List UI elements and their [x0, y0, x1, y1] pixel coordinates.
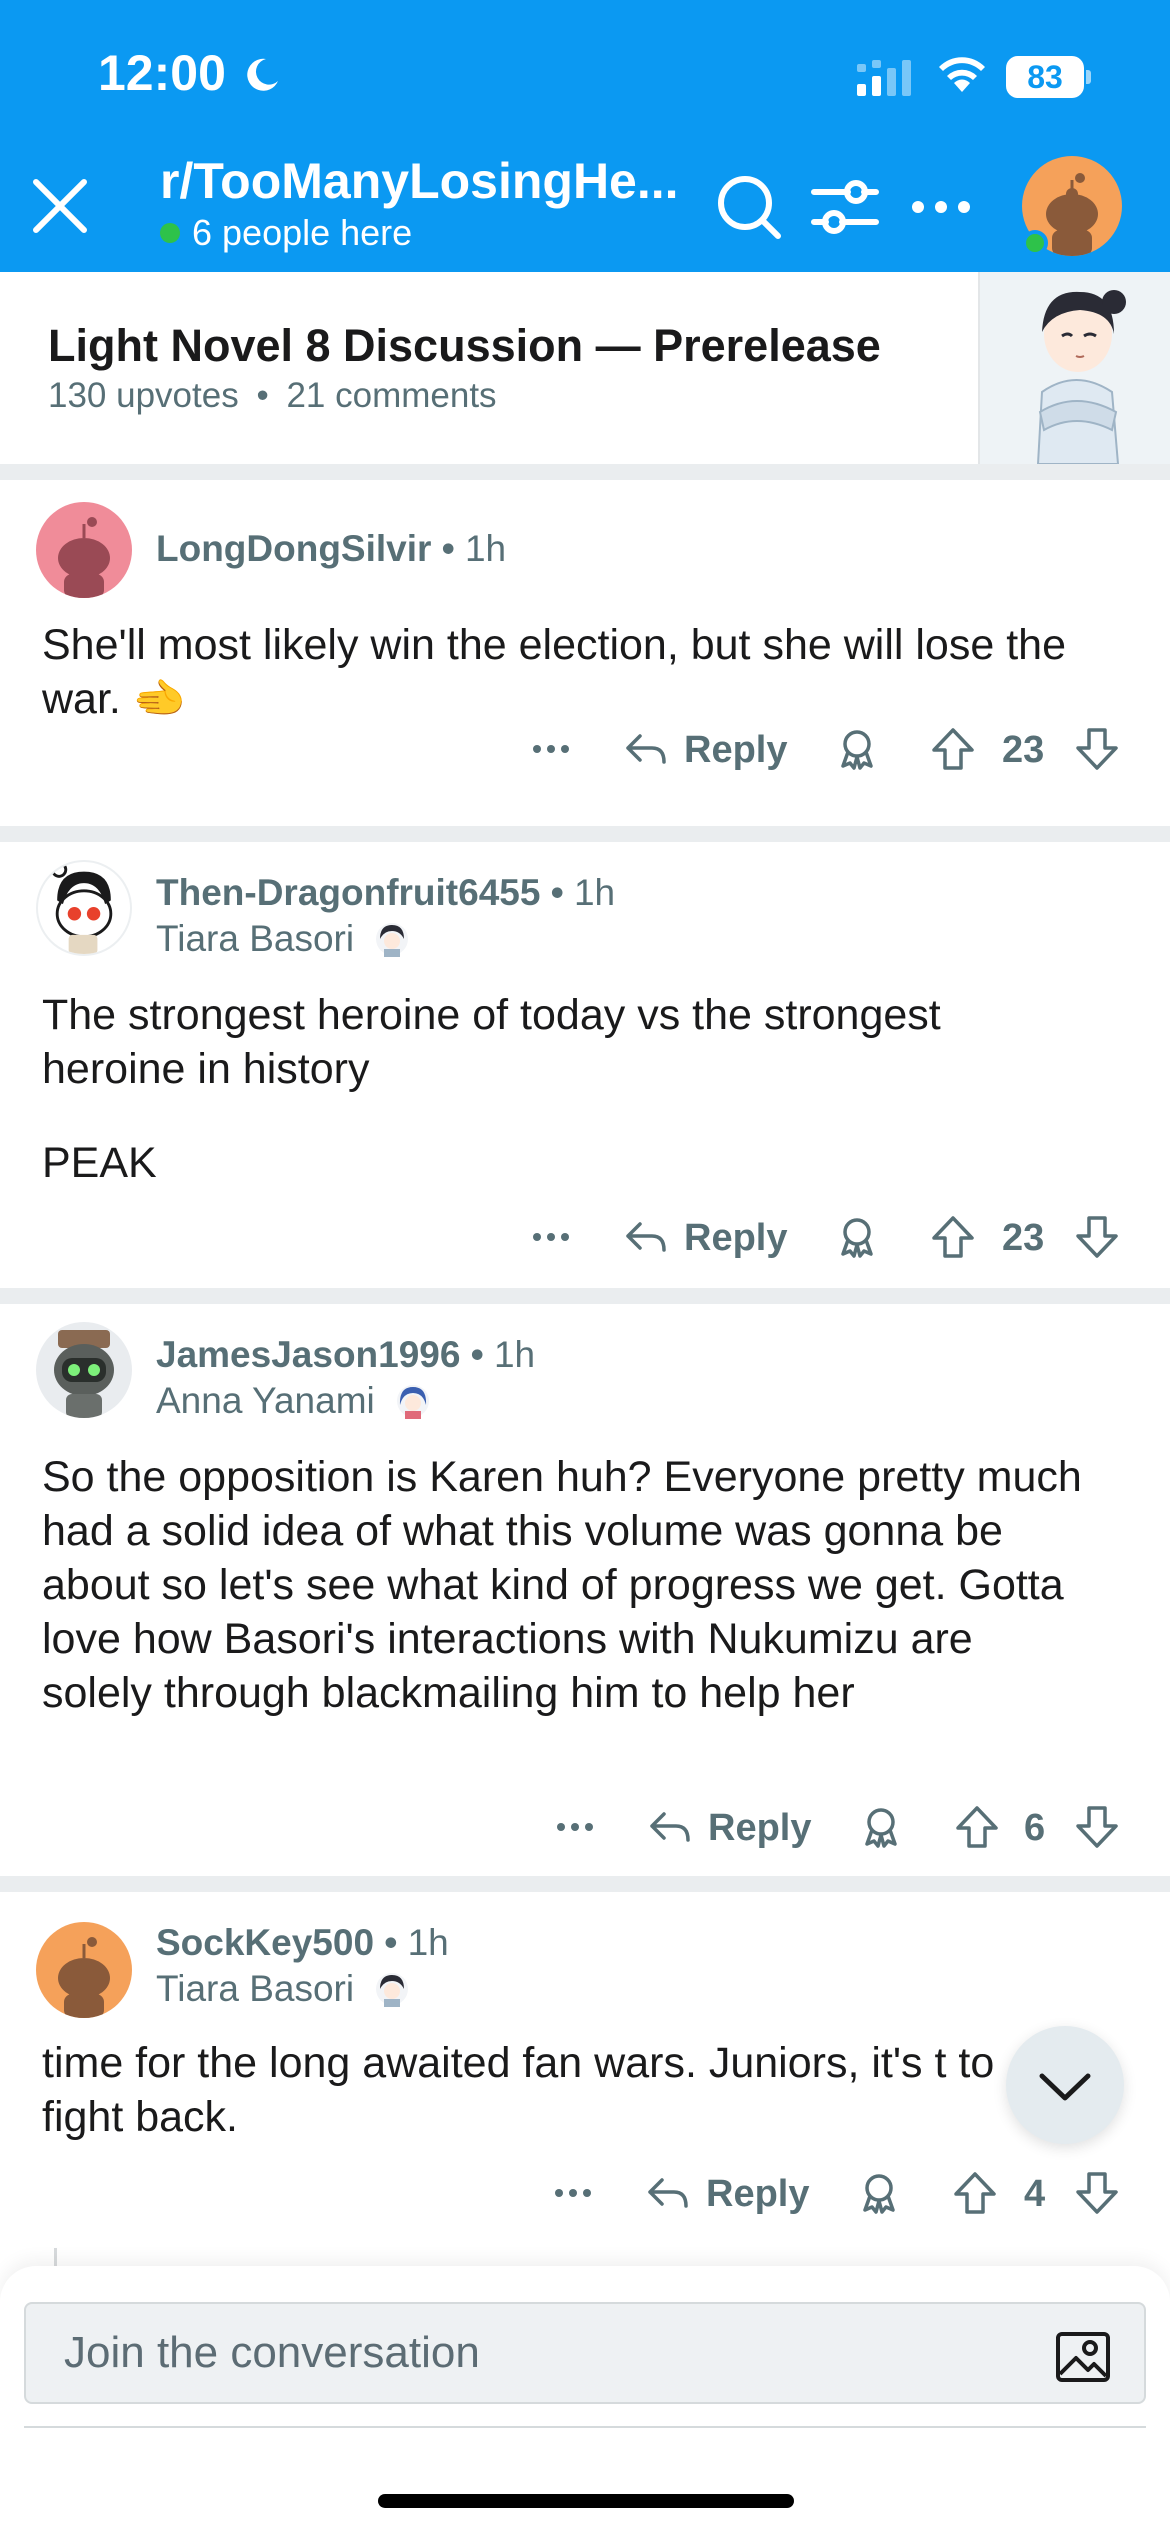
cellular-signal-icon — [857, 60, 911, 96]
post-upvotes: 130 upvotes — [48, 376, 239, 415]
post-header[interactable]: Light Novel 8 Discussion — Prerelease 13… — [0, 272, 1170, 464]
commenter-avatar[interactable] — [36, 502, 132, 598]
home-indicator[interactable] — [378, 2494, 794, 2508]
award-icon[interactable] — [834, 726, 880, 772]
award-icon[interactable] — [856, 2170, 902, 2216]
comment-score: 4 — [1024, 2173, 1046, 2215]
comment[interactable]: JamesJason1996 • 1h Anna Yanami So the o… — [0, 1304, 1170, 1876]
comment-time: 1h — [407, 1922, 449, 1963]
close-icon[interactable] — [22, 168, 98, 244]
comment-time: 1h — [573, 872, 616, 913]
presence-text: 6 people here — [192, 212, 413, 253]
upvote-icon[interactable] — [952, 2170, 998, 2216]
image-icon[interactable] — [1054, 2328, 1112, 2386]
comment-username[interactable]: Then-Dragonfruit6455 • 1h — [156, 872, 615, 914]
filter-icon[interactable] — [808, 170, 882, 244]
comment[interactable]: LongDongSilvir • 1h She'll most likely w… — [0, 480, 1170, 826]
post-meta: 130 upvotes • 21 comments — [48, 376, 497, 415]
moon-icon — [247, 58, 278, 91]
comment-body: She'll most likely win the election, but… — [42, 621, 1066, 723]
reply-button[interactable]: Reply — [684, 720, 787, 780]
comment-actions: Reply 23 — [0, 1208, 1170, 1268]
join-conversation-input[interactable]: Join the conversation — [24, 2302, 1146, 2404]
comment[interactable]: SockKey500 • 1h Tiara Basori time for th… — [0, 1892, 1170, 2292]
more-icon[interactable] — [550, 2170, 596, 2216]
downvote-icon[interactable] — [1074, 2170, 1120, 2216]
user-flair: Tiara Basori — [156, 918, 410, 960]
comment-body: So the opposition is Karen huh? Everyone… — [42, 1453, 1082, 1717]
commenter-avatar[interactable] — [36, 1322, 132, 1418]
comment-composer: Join the conversation — [0, 2266, 1170, 2532]
reply-button[interactable]: Reply — [706, 2164, 809, 2224]
comment-time: 1h — [493, 1334, 536, 1375]
online-status-dot — [1022, 230, 1048, 256]
upvote-icon[interactable] — [930, 1214, 976, 1260]
snoo-avatar-icon — [58, 517, 110, 598]
battery-level: 83 — [1027, 59, 1063, 95]
anime-character-thumbnail — [980, 272, 1170, 464]
more-icon[interactable] — [552, 1804, 598, 1850]
award-icon[interactable] — [834, 1214, 880, 1260]
more-icon[interactable] — [528, 726, 574, 772]
tiara-basori-flair-icon — [376, 1973, 409, 2007]
comment-username[interactable]: LongDongSilvir • 1h — [156, 528, 506, 570]
commenter-avatar[interactable] — [36, 860, 132, 956]
post-comment-count: 21 comments — [286, 376, 497, 415]
presence-indicator: 6 people here — [160, 212, 412, 254]
post-title: Light Novel 8 Discussion — Prerelease — [48, 320, 881, 371]
upvote-icon[interactable] — [954, 1804, 1000, 1850]
upvote-icon[interactable] — [930, 726, 976, 772]
separator — [0, 1876, 1170, 1892]
robot-avatar-icon — [54, 1330, 114, 1418]
status-time: 12:00 — [98, 45, 226, 101]
reply-arrow-icon[interactable] — [622, 1214, 668, 1260]
reply-button[interactable]: Reply — [684, 1208, 787, 1268]
award-icon[interactable] — [858, 1804, 904, 1850]
snoo-avatar-icon — [50, 862, 113, 954]
battery-indicator: 83 — [1006, 56, 1091, 98]
anna-yanami-flair-icon — [397, 1385, 430, 1419]
comment-actions: Reply 23 — [0, 720, 1170, 780]
chevron-down-icon — [1039, 2073, 1091, 2101]
comment-score: 23 — [1002, 1217, 1045, 1259]
reply-button[interactable]: Reply — [708, 1798, 811, 1858]
thread-line — [54, 2248, 57, 2268]
comment-score: 23 — [1002, 729, 1045, 771]
separator — [0, 826, 1170, 842]
reply-arrow-icon[interactable] — [646, 1804, 692, 1850]
user-flair: Anna Yanami — [156, 1380, 431, 1422]
pointing-hand-emoji: 🫲 — [132, 675, 187, 723]
comment-username[interactable]: JamesJason1996 • 1h — [156, 1334, 535, 1376]
top-bar: 12:00 83 r/TooManyLosingHe... 6 people h… — [0, 0, 1170, 272]
divider — [24, 2426, 1146, 2428]
wifi-icon — [939, 57, 985, 92]
downvote-icon[interactable] — [1074, 1804, 1120, 1850]
comment[interactable]: Then-Dragonfruit6455 • 1h Tiara Basori T… — [0, 842, 1170, 1288]
post-thumbnail[interactable] — [978, 272, 1170, 464]
snoo-avatar-icon — [58, 1937, 110, 2018]
downvote-icon[interactable] — [1074, 726, 1120, 772]
reply-arrow-icon[interactable] — [644, 2170, 690, 2216]
separator — [0, 1288, 1170, 1304]
user-flair: Tiara Basori — [156, 1968, 410, 2010]
search-icon[interactable] — [712, 170, 786, 244]
reply-arrow-icon[interactable] — [622, 726, 668, 772]
subreddit-name[interactable]: r/TooManyLosingHe... — [160, 152, 690, 210]
comment-actions: Reply 6 — [0, 1798, 1170, 1858]
comment-body: The strongest heroine of today vs the st… — [42, 991, 941, 1187]
comment-username[interactable]: SockKey500 • 1h — [156, 1922, 449, 1964]
tiara-basori-flair-icon — [376, 923, 409, 957]
more-icon[interactable] — [528, 1214, 574, 1260]
comment-actions: Reply 4 — [0, 2164, 1170, 2224]
comment-time: 1h — [464, 528, 507, 569]
more-icon[interactable] — [904, 170, 978, 244]
comment-body: time for the long awaited fan wars. Juni… — [42, 2039, 995, 2141]
commenter-avatar[interactable] — [36, 1922, 132, 2018]
separator — [0, 464, 1170, 480]
comment-score: 6 — [1024, 1807, 1046, 1849]
downvote-icon[interactable] — [1074, 1214, 1120, 1260]
scroll-down-button[interactable] — [1006, 2026, 1124, 2144]
online-dot — [160, 223, 180, 243]
